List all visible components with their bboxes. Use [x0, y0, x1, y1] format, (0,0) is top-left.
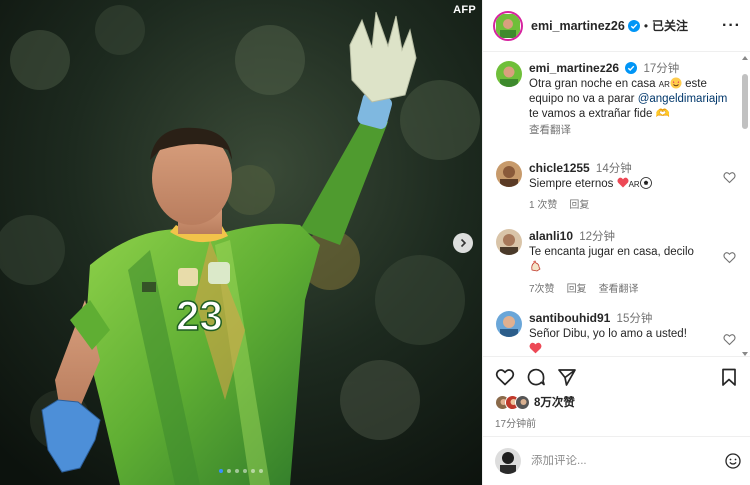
- caption-body: emi_martinez26 17分钟 Otra gran noche en c…: [529, 61, 729, 138]
- comment-body: chicle1255 14分钟 Siempre eternos AR 1 次赞 …: [529, 161, 729, 213]
- caption-time: 17分钟: [643, 63, 680, 75]
- argentina-flag-text: AR: [628, 180, 640, 189]
- carousel-dot: [219, 469, 223, 473]
- add-comment-bar: [483, 436, 750, 485]
- comment-avatar[interactable]: [496, 311, 522, 337]
- verified-icon: [627, 19, 640, 32]
- comment-time: 15分钟: [616, 313, 653, 325]
- caption-mention-link[interactable]: @angeldimariajm: [638, 93, 728, 105]
- comment-bubble-icon[interactable]: [526, 367, 546, 387]
- current-user-avatar: [495, 448, 521, 474]
- rooster-emoji-icon: [531, 260, 541, 272]
- comment-item: alanli10 12分钟 Te encanta jugar en casa, …: [496, 229, 736, 297]
- like-comment-heart-icon[interactable]: [723, 171, 736, 184]
- scroll-up-arrow-icon[interactable]: [742, 56, 748, 60]
- action-icons: [495, 367, 577, 387]
- author-avatar[interactable]: [493, 10, 523, 41]
- carousel-dot: [243, 469, 247, 473]
- carousel-dot: [259, 469, 263, 473]
- argentina-flag-text: AR: [658, 80, 670, 89]
- comment-meta: 1 次赞 回复: [529, 198, 729, 213]
- post-header: emi_martinez26 • 已关注 ···: [483, 0, 750, 52]
- comment-time: 14分钟: [595, 163, 632, 175]
- instagram-post-view: 23 AFP emi_martinez26 • 已关注 ··· emi_mart…: [0, 0, 750, 485]
- caption-username[interactable]: emi_martinez26: [529, 61, 619, 75]
- next-slide-button[interactable]: [453, 233, 473, 253]
- post-timestamp: 17分钟前: [495, 419, 537, 430]
- verified-icon: [625, 62, 638, 74]
- red-heart-icon: [617, 177, 629, 188]
- caption: emi_martinez26 17分钟 Otra gran noche en c…: [496, 61, 736, 138]
- like-comment-heart-icon[interactable]: [723, 333, 736, 346]
- afp-watermark: AFP: [453, 4, 476, 16]
- post-photo: 23: [0, 0, 482, 485]
- comment-username[interactable]: santibouhid91: [529, 311, 610, 325]
- caption-avatar[interactable]: [496, 61, 522, 87]
- comment-text: Señor Dibu, yo lo amo a usted!: [529, 328, 687, 340]
- see-translation-button[interactable]: 查看翻译: [529, 123, 729, 138]
- share-send-icon[interactable]: [557, 367, 577, 387]
- comment-like-count[interactable]: 7次赞: [529, 282, 555, 297]
- chevron-right-icon: [460, 238, 467, 248]
- likes-summary[interactable]: 8万次赞: [495, 394, 575, 410]
- more-options-icon[interactable]: ···: [722, 17, 741, 35]
- soccer-ball-icon: [639, 177, 652, 189]
- comment-item: chicle1255 14分钟 Siempre eternos AR 1 次赞 …: [496, 161, 736, 213]
- caption-trailing-emoji: 🫶: [652, 108, 670, 120]
- following-button[interactable]: 已关注: [652, 17, 688, 34]
- caption-text-1: Otra gran noche en casa: [529, 78, 659, 90]
- comment-time: 12分钟: [579, 231, 616, 243]
- comment-username[interactable]: chicle1255: [529, 161, 590, 175]
- comment-avatar[interactable]: [496, 229, 522, 255]
- red-heart-icon: [529, 342, 542, 354]
- like-heart-icon[interactable]: [495, 367, 515, 387]
- comments-scrollbar[interactable]: [742, 56, 748, 356]
- add-comment-input[interactable]: [531, 455, 691, 467]
- post-media[interactable]: 23 AFP: [0, 0, 482, 485]
- reply-button[interactable]: 回复: [569, 198, 589, 213]
- author-username[interactable]: emi_martinez26: [531, 19, 625, 33]
- comment-text: Te encanta jugar en casa, decilo: [529, 246, 694, 258]
- comment-body: alanli10 12分钟 Te encanta jugar en casa, …: [529, 229, 729, 297]
- comment-meta: 7次赞 回复 查看翻译: [529, 282, 729, 297]
- liker-avatar: [515, 394, 530, 410]
- carousel-dot: [227, 469, 231, 473]
- caption-text-3: te vamos a extrañar fide: [529, 108, 653, 120]
- heart-eyes-emoji-icon: [670, 77, 682, 89]
- comment-item: santibouhid91 15分钟 Señor Dibu, yo lo amo…: [496, 311, 736, 356]
- post-actions: 8万次赞 17分钟前: [483, 356, 750, 436]
- see-translation-button[interactable]: 查看翻译: [599, 282, 639, 297]
- carousel-dot: [235, 469, 239, 473]
- comment-like-count[interactable]: 1 次赞: [529, 198, 557, 213]
- carousel-indicator: [0, 469, 482, 473]
- comments-list[interactable]: emi_martinez26 17分钟 Otra gran noche en c…: [483, 53, 750, 356]
- reply-button[interactable]: 回复: [567, 282, 587, 297]
- like-comment-heart-icon[interactable]: [723, 251, 736, 264]
- emoji-picker-icon[interactable]: [725, 453, 741, 469]
- likes-count[interactable]: 8万次赞: [534, 394, 575, 410]
- carousel-dot: [251, 469, 255, 473]
- comment-body: santibouhid91 15分钟 Señor Dibu, yo lo amo…: [529, 311, 729, 356]
- comment-text: Siempre eternos: [529, 178, 617, 190]
- post-side-panel: emi_martinez26 • 已关注 ··· emi_martinez26 …: [482, 0, 750, 485]
- header-separator: •: [643, 18, 649, 33]
- scroll-thumb[interactable]: [742, 74, 748, 129]
- comment-username[interactable]: alanli10: [529, 229, 573, 243]
- save-bookmark-icon[interactable]: [719, 367, 739, 387]
- comment-avatar[interactable]: [496, 161, 522, 187]
- jersey-number: 23: [176, 292, 223, 339]
